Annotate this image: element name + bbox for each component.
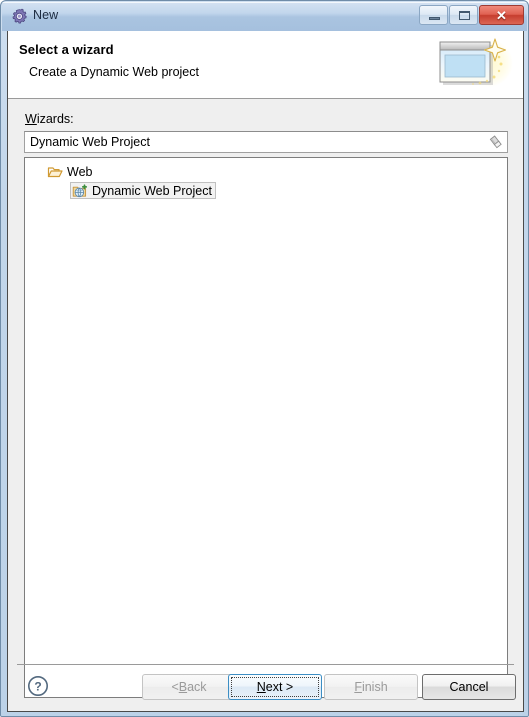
title-bar[interactable]: New ✕ bbox=[2, 2, 527, 31]
cancel-button-label: Cancel bbox=[449, 680, 489, 694]
finish-button[interactable]: Finish bbox=[324, 674, 418, 700]
minimize-button[interactable] bbox=[419, 5, 448, 25]
tree-node-label: Web bbox=[67, 164, 93, 179]
window-title: New bbox=[33, 8, 59, 22]
page-title: Select a wizard bbox=[19, 42, 114, 57]
button-bar: ? < Back Next > Finish Cancel bbox=[8, 665, 523, 711]
wizard-content: Wizards: Dynamic Web Project Web Dynamic… bbox=[8, 99, 523, 711]
page-description: Create a Dynamic Web project bbox=[29, 65, 199, 79]
finish-button-label: inish bbox=[361, 680, 388, 694]
finish-button-mnemonic: F bbox=[354, 680, 362, 694]
next-button-label: ext > bbox=[265, 680, 294, 694]
eclipse-new-gear-icon bbox=[11, 8, 28, 25]
svg-text:?: ? bbox=[34, 679, 41, 693]
tree-node-label: Dynamic Web Project bbox=[92, 183, 212, 198]
wizard-filter-input[interactable]: Dynamic Web Project bbox=[24, 131, 508, 153]
wizard-sparkle-window-icon bbox=[433, 35, 515, 95]
maximize-icon bbox=[459, 11, 470, 20]
wizards-label-mnemonic: W bbox=[25, 112, 37, 126]
next-button-mnemonic: N bbox=[256, 680, 266, 694]
wizard-banner: Select a wizard Create a Dynamic Web pro… bbox=[8, 31, 523, 99]
maximize-button[interactable] bbox=[449, 5, 478, 25]
tree-node-web[interactable]: Web bbox=[25, 162, 507, 181]
close-button[interactable]: ✕ bbox=[479, 5, 524, 25]
dialog-body: Select a wizard Create a Dynamic Web pro… bbox=[7, 31, 524, 712]
minimize-icon bbox=[429, 17, 440, 20]
help-icon[interactable]: ? bbox=[27, 675, 49, 697]
wizards-label: Wizards: bbox=[25, 112, 74, 126]
window-controls: ✕ bbox=[419, 5, 524, 25]
tree-node-dynamic-web-project[interactable]: Dynamic Web Project bbox=[25, 181, 507, 200]
wizard-tree[interactable]: Web Dynamic Web Project bbox=[24, 157, 508, 698]
title-bar-highlight bbox=[2, 2, 527, 3]
back-button[interactable]: < Back bbox=[142, 674, 236, 700]
eraser-clear-icon[interactable] bbox=[488, 134, 504, 150]
back-button-mnemonic: B bbox=[178, 680, 188, 694]
wizard-filter-value: Dynamic Web Project bbox=[30, 135, 150, 149]
next-button[interactable]: Next > bbox=[228, 674, 322, 700]
back-button-label: ack bbox=[187, 680, 207, 694]
back-button-pre: < bbox=[171, 680, 179, 694]
dynamic-web-project-globe-icon bbox=[72, 183, 88, 199]
cancel-button[interactable]: Cancel bbox=[422, 674, 516, 700]
close-icon: ✕ bbox=[496, 7, 507, 23]
open-folder-icon bbox=[47, 164, 63, 180]
new-wizard-dialog-window: New ✕ Select a wizard Create a Dynamic W… bbox=[0, 0, 529, 717]
wizards-label-rest: izards: bbox=[36, 112, 74, 126]
tree-node-selection[interactable]: Dynamic Web Project bbox=[70, 182, 216, 199]
